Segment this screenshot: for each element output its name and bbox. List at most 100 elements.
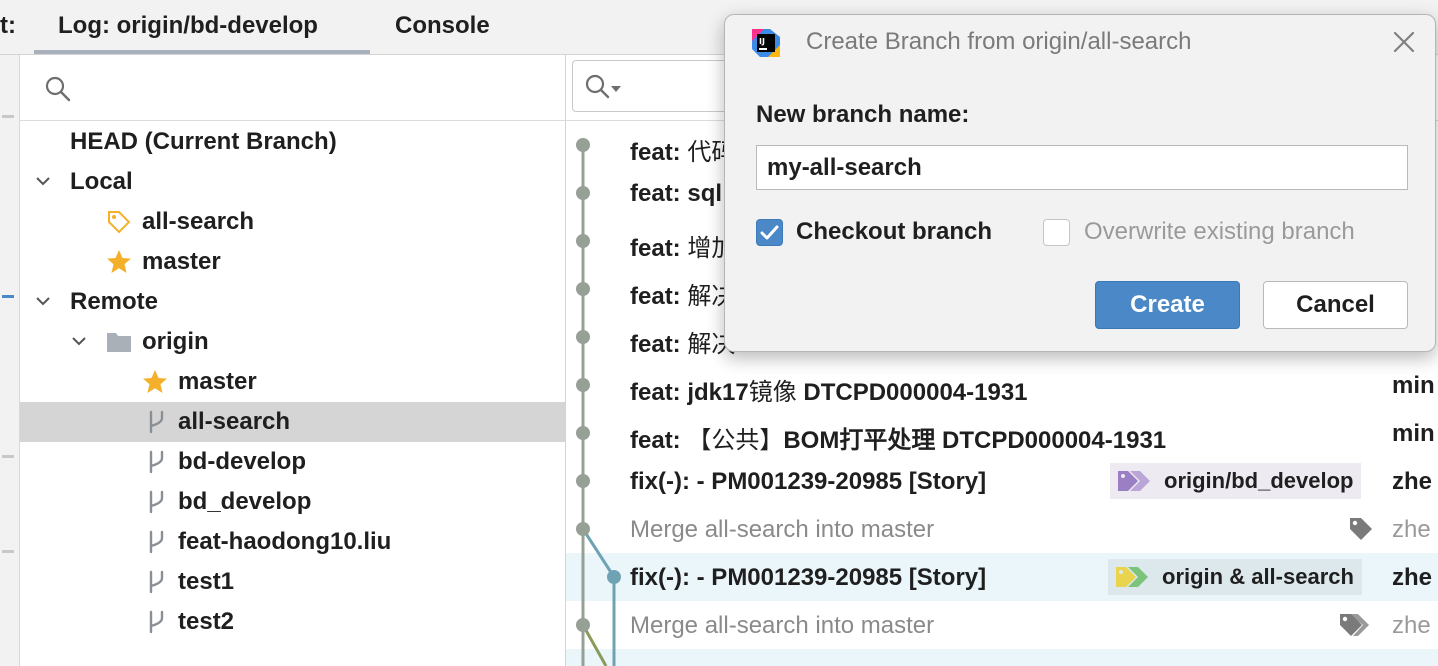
svg-text:IJ: IJ: [759, 37, 765, 46]
commit-author: zhe: [1392, 468, 1433, 495]
tag-icon: [1118, 471, 1150, 491]
create-button[interactable]: Create: [1095, 281, 1240, 329]
branch-icon: [149, 410, 164, 434]
checkout-branch-label[interactable]: Checkout branch: [796, 218, 992, 246]
tag-icon: [108, 211, 131, 234]
tree-group-label: origin: [142, 328, 209, 355]
commit-message: feat: 代码: [630, 138, 736, 166]
folder-icon: [107, 333, 131, 352]
commit-node: [607, 570, 621, 584]
left-toolbar: [0, 55, 20, 666]
intellij-logo-icon: IJ: [752, 29, 780, 57]
toolbar-divider: [2, 550, 14, 553]
ref-label-text: origin/bd_develop: [1164, 468, 1354, 493]
commit-row[interactable]: [566, 649, 1438, 666]
tree-item-remote-branch[interactable]: feat-haodong10.liu: [20, 522, 565, 562]
tab-prefix: t:: [0, 12, 16, 39]
commit-node: [576, 330, 590, 344]
search-with-options-icon: [585, 74, 621, 99]
tree-group-origin[interactable]: origin: [20, 322, 565, 362]
commit-graph: [576, 138, 621, 666]
commit-node: [576, 138, 590, 152]
commit-message: feat: 增加: [630, 234, 736, 262]
branch-icon: [149, 570, 164, 594]
branch-label: test1: [178, 568, 235, 595]
tag-icon: [1340, 614, 1369, 636]
commit-author: zhe: [1392, 516, 1431, 543]
chevron-down-icon[interactable]: [36, 294, 50, 308]
cancel-button[interactable]: Cancel: [1263, 281, 1408, 329]
commit-row[interactable]: feat: jdk17镜像 DTCPD000004-1931 min: [566, 361, 1438, 409]
commit-message: feat: 【公共】BOM打平处理 DTCPD000004-1931: [630, 426, 1167, 454]
commit-row[interactable]: feat: 【公共】BOM打平处理 DTCPD000004-1931 min: [566, 409, 1438, 457]
ref-label-text: origin & all-search: [1162, 564, 1354, 589]
tree-group-label: Local: [70, 168, 133, 195]
tree-item-label: HEAD (Current Branch): [70, 128, 337, 155]
commit-node: [576, 378, 590, 392]
tree-item-head[interactable]: HEAD (Current Branch): [20, 122, 565, 162]
tag-icon: [1350, 518, 1372, 540]
commit-row-highlighted[interactable]: fix(-): - PM001239-20985 [Story] origin …: [566, 553, 1438, 601]
branch-icon: [149, 450, 164, 474]
active-tab-indicator: [34, 50, 370, 54]
commit-message: fix(-): - PM001239-20985 [Story]: [630, 564, 987, 591]
tree-item-remote-branch[interactable]: bd_develop: [20, 482, 565, 522]
branch-label: bd-develop: [178, 448, 307, 475]
commit-message: feat: jdk17镜像 DTCPD000004-1931: [630, 378, 1028, 406]
commit-row[interactable]: fix(-): - PM001239-20985 [Story] origin/…: [566, 457, 1438, 505]
branch-icon: [149, 530, 164, 554]
branches-panel: HEAD (Current Branch) Local all-search m…: [20, 55, 566, 666]
branch-label: test2: [178, 608, 235, 635]
commit-node: [576, 282, 590, 296]
ref-label-origin-bd-develop: origin/bd_develop: [1110, 463, 1362, 499]
branch-label: master: [178, 368, 257, 395]
new-branch-name-input[interactable]: [756, 145, 1408, 190]
commit-message: fix(-): - PM001239-20985 [Story]: [630, 468, 987, 495]
chevron-down-icon[interactable]: [72, 334, 86, 348]
tree-item-remote-branch[interactable]: test1: [20, 562, 565, 602]
chevron-down-icon[interactable]: [36, 174, 50, 188]
branch-label: all-search: [142, 208, 255, 235]
star-icon: [107, 250, 131, 273]
commit-node: [576, 522, 590, 536]
tree-group-remote[interactable]: Remote: [20, 282, 565, 322]
commit-node: [576, 234, 590, 248]
commit-node: [576, 618, 590, 632]
toolbar-divider: [2, 455, 14, 458]
checkmark-icon: [760, 225, 779, 240]
tree-item-remote-branch[interactable]: test2: [20, 602, 565, 642]
dialog-title: Create Branch from origin/all-search: [806, 28, 1192, 55]
commit-row[interactable]: Merge all-search into master zhe: [566, 505, 1438, 553]
ref-label-origin-and-all-search: origin & all-search: [1108, 559, 1362, 595]
star-icon: [143, 370, 167, 393]
branch-label: master: [142, 248, 221, 275]
checkout-branch-checkbox[interactable]: [756, 219, 783, 246]
overwrite-branch-label: Overwrite existing branch: [1084, 218, 1355, 245]
commit-author: min: [1392, 372, 1435, 399]
commit-author: zhe: [1392, 564, 1433, 591]
tab-console[interactable]: Console: [395, 12, 490, 40]
tree-item-local-branch[interactable]: master: [20, 242, 565, 282]
tab-log[interactable]: Log: origin/bd-develop: [58, 12, 318, 40]
branch-label: bd_develop: [178, 488, 312, 515]
branch-label: feat-haodong10.liu: [178, 528, 392, 555]
commit-message: feat: 解决: [630, 282, 736, 310]
commit-node: [576, 426, 590, 440]
commit-message: Merge all-search into master: [630, 612, 935, 639]
commit-message: Merge all-search into master: [630, 516, 935, 543]
tree-item-remote-branch-selected[interactable]: all-search: [20, 402, 565, 442]
tree-group-label: Remote: [70, 288, 159, 315]
overwrite-branch-checkbox: [1043, 219, 1070, 246]
commit-message: feat: 解决: [630, 330, 736, 358]
new-branch-name-label: New branch name:: [756, 101, 970, 128]
commit-row[interactable]: Merge all-search into master zhe: [566, 601, 1438, 649]
commit-node: [576, 186, 590, 200]
branch-search-field[interactable]: [20, 55, 565, 121]
toolbar-divider: [2, 115, 14, 118]
create-branch-dialog: IJ Create Branch from origin/all-search …: [724, 14, 1436, 352]
tree-group-local[interactable]: Local: [20, 162, 565, 202]
tree-item-remote-branch[interactable]: bd-develop: [20, 442, 565, 482]
close-icon[interactable]: [1391, 29, 1417, 55]
tree-item-local-branch[interactable]: all-search: [20, 202, 565, 242]
tree-item-remote-branch[interactable]: master: [20, 362, 565, 402]
